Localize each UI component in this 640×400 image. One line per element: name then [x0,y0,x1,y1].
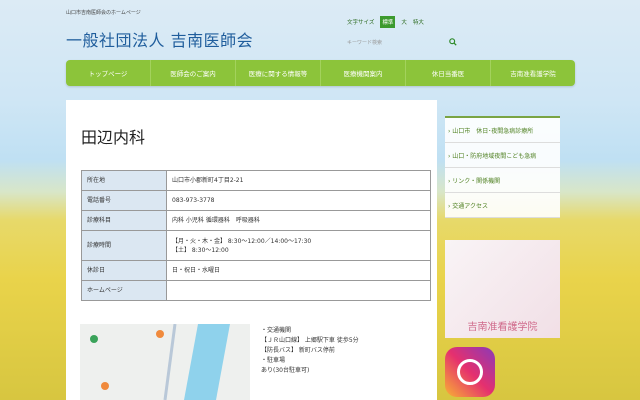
sidebar-menu: › 山口市 休日･夜間急病診療所 › 山口・防府地域夜間こども急病 › リンク・… [445,116,560,218]
row-value[interactable] [166,280,431,301]
access-line: ・交通機関 [261,327,292,334]
map-embed[interactable] [80,324,250,400]
banner-text: 吉南准看護学院 [467,322,538,333]
sidebar-item-links[interactable]: › リンク・関係機関 [445,168,560,193]
row-label: ホームページ [81,280,167,301]
row-label: 診療科目 [81,210,167,231]
row-value: 日・祝日・水曜日 [166,260,431,281]
nav-medical-info[interactable]: 医療に関する情報等 [236,60,321,86]
table-row: 電話番号 083-973-3778 [81,190,431,211]
row-label: 電話番号 [81,190,167,211]
search-icon[interactable] [449,38,457,46]
row-value: 083-973-3778 [166,190,431,211]
table-row: ホームページ [81,280,431,301]
access-line: 【ＪＲ山口線】 上郷駅下車 徒歩5分 [261,337,359,344]
font-size-xlarge[interactable]: 特大 [413,18,424,26]
hours-saturday: 【土】 8:30〜12:00 [172,246,229,254]
nav-about[interactable]: 医師会のご案内 [151,60,236,86]
site-logo-title[interactable]: 一般社団法人 吉南医師会 [66,27,253,51]
font-size-standard[interactable]: 標準 [380,16,396,28]
main-nav: トップページ 医師会のご案内 医療に関する情報等 医療機関案内 休日当番医 吉南… [66,60,575,86]
main-content: 田辺内科 所在地 山口市小郡新町4丁目2-21 電話番号 083-973-3778 … [66,100,437,400]
table-row: 所在地 山口市小郡新町4丁目2-21 [81,170,431,191]
map-road [163,324,177,400]
page-title: 田辺内科 [81,128,146,147]
sidebar-item-emergency-clinic[interactable]: › 山口市 休日･夜間急病診療所 [445,118,560,143]
sidebar-item-access[interactable]: › 交通アクセス [445,193,560,218]
table-row: 診療科目 内科 小児科 循環器科 呼吸器科 [81,210,431,231]
font-size-large[interactable]: 大 [401,18,407,26]
font-size-switcher: 文字サイズ 標準 大 特大 [347,16,424,28]
access-info: ・交通機関 【ＪＲ山口線】 上郷駅下車 徒歩5分 【防長バス】 新町バス停前 ・… [261,326,359,376]
nav-institutions[interactable]: 医療機関案内 [321,60,406,86]
sidebar-item-child-emergency[interactable]: › 山口・防府地域夜間こども急病 [445,143,560,168]
nav-holiday-doctor[interactable]: 休日当番医 [406,60,491,86]
search-box: キーワード検索 [347,35,457,49]
row-value: 山口市小郡新町4丁目2-21 [166,170,431,191]
nav-nursing-school[interactable]: 吉南准看護学院 [491,60,575,86]
tagline: 山口市吉南医師会のホームページ [66,10,141,16]
clinic-info-table: 所在地 山口市小郡新町4丁目2-21 電話番号 083-973-3778 診療科目内… [81,170,431,301]
nav-top[interactable]: トップページ [66,60,151,86]
access-line: あり(30台駐車可) [261,367,310,374]
row-label: 休診日 [81,260,167,281]
row-value: 【月・火・木・金】 8:30〜12:00／14:00〜17:30 【土】 8:30… [166,230,431,261]
row-label: 所在地 [81,170,167,191]
access-line: ・駐車場 [261,357,286,364]
table-row: 休診日 日・祝日・水曜日 [81,260,431,281]
map-poi [90,335,98,343]
search-input[interactable]: キーワード検索 [347,39,382,46]
row-label: 診療時間 [81,230,167,261]
hours-weekday: 【月・火・木・金】 8:30〜12:00／14:00〜17:30 [172,237,312,245]
nursing-school-banner[interactable]: 吉南准看護学院 [445,240,560,338]
map-poi [156,330,164,338]
map-river [184,324,230,400]
map-poi [101,382,109,390]
table-row: 診療時間 【月・火・木・金】 8:30〜12:00／14:00〜17:30 【土】 … [81,230,431,261]
font-size-label: 文字サイズ [347,20,375,26]
row-value: 内科 小児科 循環器科 呼吸器科 [166,210,431,231]
access-line: 【防長バス】 新町バス停前 [261,347,335,354]
instagram-icon[interactable] [445,347,495,397]
map-graphic [90,324,230,400]
